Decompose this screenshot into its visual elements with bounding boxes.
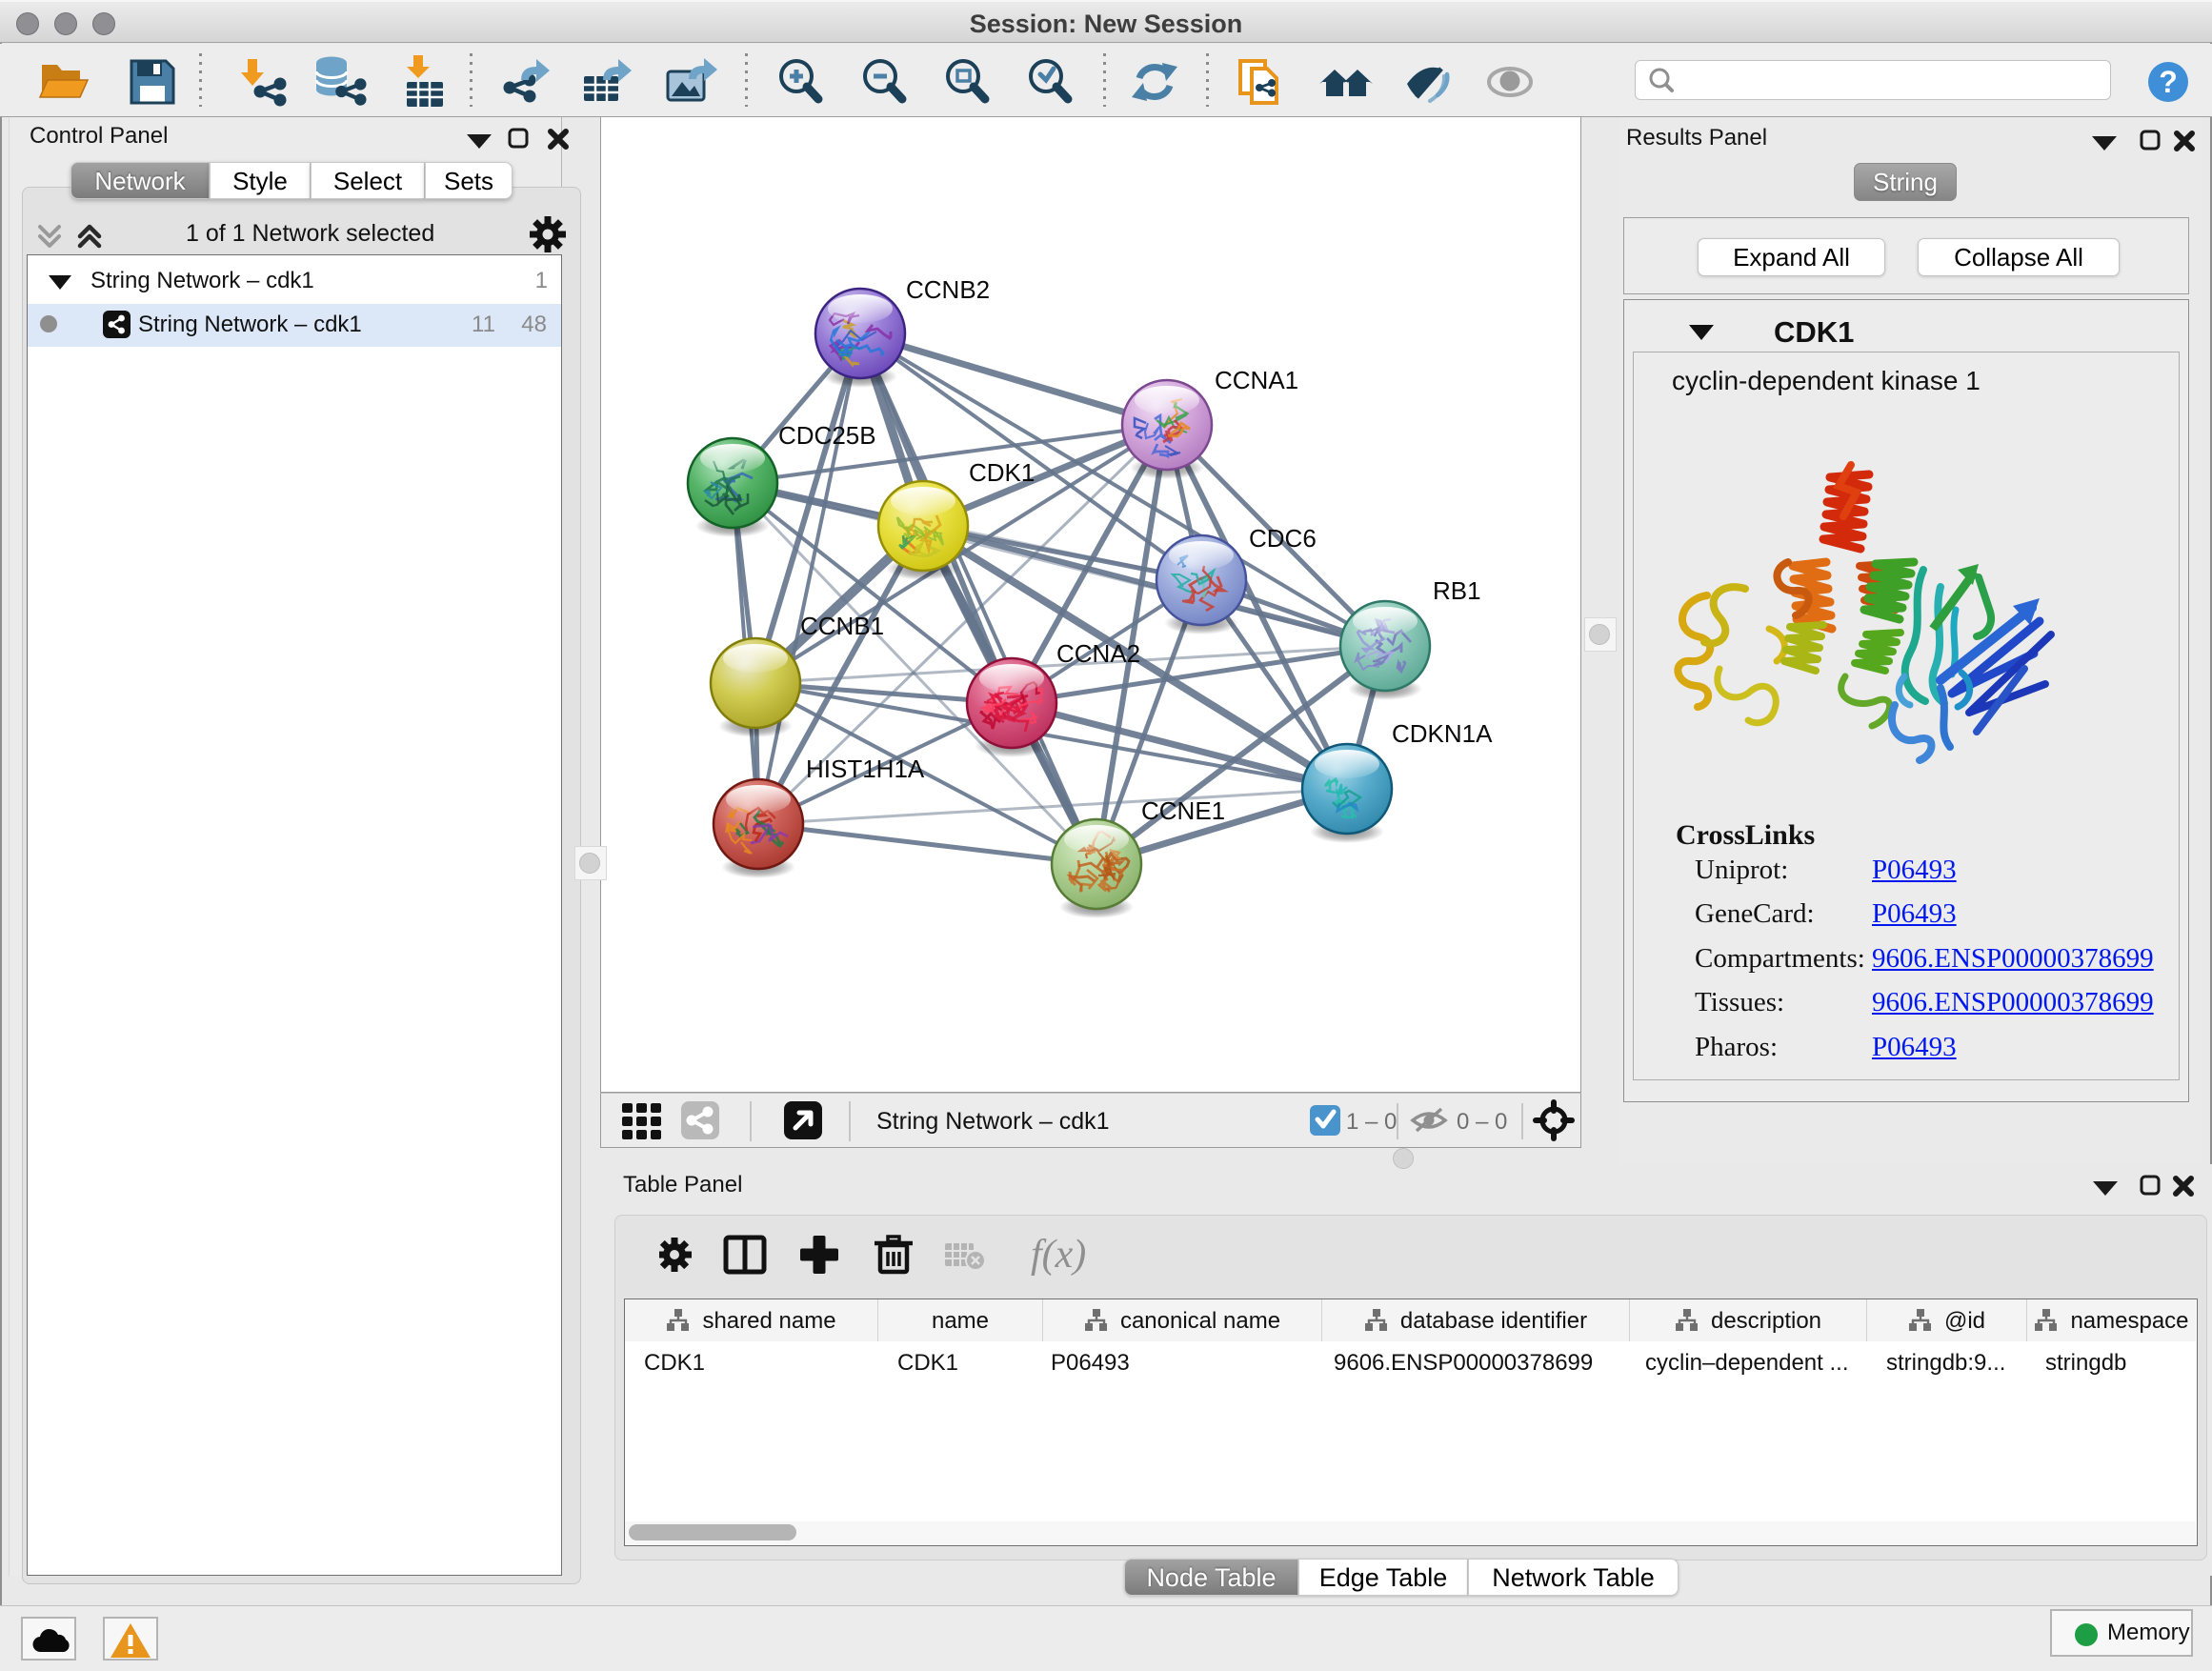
- svg-text:CDC6: CDC6: [1249, 524, 1317, 553]
- svg-text:CCNB1: CCNB1: [800, 612, 884, 640]
- svg-text:CCNB2: CCNB2: [906, 275, 990, 304]
- svg-text:CCNA1: CCNA1: [1215, 366, 1298, 394]
- svg-text:f(x): f(x): [1031, 1233, 1086, 1277]
- svg-text:CCNA2: CCNA2: [1056, 639, 1140, 668]
- svg-text:RB1: RB1: [1433, 576, 1481, 605]
- svg-text:CCNE1: CCNE1: [1141, 796, 1225, 825]
- svg-text:?: ?: [2159, 65, 2178, 99]
- svg-text:CDC25B: CDC25B: [778, 421, 876, 450]
- svg-text:CDKN1A: CDKN1A: [1392, 719, 1493, 748]
- svg-text:HIST1H1A: HIST1H1A: [806, 755, 925, 783]
- svg-text:CDK1: CDK1: [969, 458, 1035, 487]
